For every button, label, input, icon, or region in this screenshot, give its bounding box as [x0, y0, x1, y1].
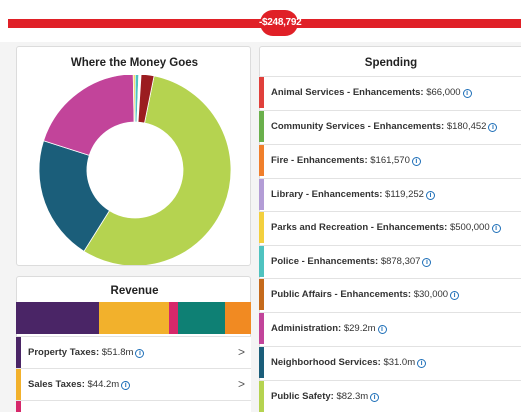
spending-item-row[interactable]: Public Affairs - Enhancements: $30,000 i [259, 278, 521, 310]
revenue-segment-pink[interactable] [169, 302, 178, 334]
revenue-item-text: Property Taxes: $51.8m i [28, 347, 145, 358]
spending-item-value: $29.2m [343, 323, 376, 334]
revenue-segment-purple[interactable] [16, 302, 99, 334]
spending-item-swatch [259, 77, 264, 108]
spending-item-swatch [259, 179, 264, 210]
spending-item-value: $119,252 [385, 189, 424, 200]
spending-item-swatch [259, 347, 264, 378]
info-icon[interactable]: i [411, 157, 421, 166]
spending-item-text: Neighborhood Services: $31.0m i [271, 357, 427, 368]
info-icon[interactable]: i [370, 393, 380, 402]
spending-item-value: $82.3m [336, 391, 369, 402]
revenue-item-swatch [16, 401, 21, 412]
spending-item-text: Police - Enhancements: $878,307 i [271, 256, 432, 267]
info-icon[interactable]: i [462, 89, 472, 98]
spending-item-row[interactable]: Library - Enhancements: $119,252 i [259, 178, 521, 210]
spending-item-swatch [259, 279, 264, 310]
spending-item-row[interactable]: Community Services - Enhancements: $180,… [259, 110, 521, 142]
spending-item-swatch [259, 145, 264, 176]
spending-item-label: Police - Enhancements: [271, 256, 381, 267]
spending-item-value: $30,000 [413, 289, 449, 300]
info-icon[interactable]: i [377, 325, 387, 334]
revenue-item-row[interactable]: Property Taxes: $51.8m i > [16, 336, 251, 368]
revenue-segment-orange[interactable] [98, 302, 170, 334]
spending-item-label: Library - Enhancements: [271, 189, 386, 200]
spending-item-value: $500,000 [449, 222, 490, 233]
info-icon[interactable]: i [417, 359, 427, 368]
chevron-right-icon[interactable]: > [238, 377, 245, 391]
spending-item-label: Animal Services - Enhancements: [271, 87, 427, 98]
spending-item-swatch [259, 111, 264, 142]
spending-item-swatch [259, 381, 264, 412]
spending-item-text: Administration: $29.2m i [271, 323, 387, 334]
balance-label: -$248,792 [259, 17, 302, 28]
spending-item-value: $31.0m [383, 357, 416, 368]
money-chart-title: Where the Money Goes [70, 57, 199, 69]
spending-item-value: $66,000 [426, 87, 461, 98]
info-icon[interactable]: i [121, 381, 131, 390]
spending-item-label: Administration: [271, 323, 344, 334]
spending-donut-chart [38, 75, 232, 265]
revenue-item-text: Sales Taxes: $44.2m i [28, 379, 131, 390]
revenue-title: Revenue [110, 285, 159, 297]
spending-item-label: Community Services - Enhancements: [271, 121, 447, 132]
donut-slice-administration[interactable] [43, 75, 135, 156]
spending-item-label: Parks and Recreation - Enhancements: [271, 222, 450, 233]
spending-item-row[interactable]: Fire - Enhancements: $161,570 i [259, 144, 521, 176]
revenue-item-swatch [16, 369, 21, 400]
spending-item-label: Neighborhood Services: [271, 357, 384, 368]
budget-balance-bar: -$248,792 [0, 0, 521, 42]
spending-item-row[interactable]: Animal Services - Enhancements: $66,000 i [259, 76, 521, 108]
revenue-item-swatch [16, 337, 21, 368]
revenue-item-value: $44.2m [87, 379, 120, 390]
spending-title: Spending [364, 57, 418, 69]
info-icon[interactable]: i [450, 291, 460, 300]
revenue-segment-orange2[interactable] [225, 302, 251, 334]
info-icon[interactable]: i [491, 224, 501, 233]
spending-item-row[interactable]: Parks and Recreation - Enhancements: $50… [259, 211, 521, 243]
info-icon[interactable]: i [422, 258, 432, 267]
spending-item-value: $161,570 [370, 155, 410, 166]
spending-item-label: Public Affairs - Enhancements: [271, 289, 414, 300]
spending-item-row[interactable]: Police - Enhancements: $878,307 i [259, 245, 521, 277]
spending-item-swatch [259, 212, 264, 243]
spending-item-swatch [259, 313, 264, 344]
where-money-goes-card: Where the Money Goes [16, 46, 251, 266]
spending-item-row[interactable]: Neighborhood Services: $31.0m i [259, 346, 521, 378]
spending-item-swatch [259, 246, 264, 277]
spending-item-text: Public Affairs - Enhancements: $30,000 i [271, 289, 460, 300]
spending-item-text: Animal Services - Enhancements: $66,000 i [271, 87, 472, 98]
spending-item-value: $878,307 [380, 256, 421, 267]
revenue-stacked-bar [16, 302, 251, 334]
revenue-item-label: Property Taxes: [28, 347, 102, 358]
spending-item-text: Parks and Recreation - Enhancements: $50… [271, 222, 501, 233]
spending-item-row[interactable]: Administration: $29.2m i [259, 312, 521, 344]
revenue-item-row[interactable]: License and Permits: $5.1mi> [16, 400, 251, 412]
revenue-segment-teal[interactable] [177, 302, 226, 334]
info-icon[interactable]: i [135, 349, 145, 358]
chevron-right-icon[interactable]: > [238, 345, 245, 359]
info-icon[interactable]: i [488, 123, 498, 132]
revenue-item-value: $51.8m [101, 347, 134, 358]
revenue-item-row[interactable]: Sales Taxes: $44.2m i > [16, 368, 251, 400]
spending-item-label: Fire - Enhancements: [271, 155, 371, 166]
spending-item-label: Public Safety: [271, 391, 337, 402]
info-icon[interactable]: i [425, 191, 435, 200]
spending-item-text: Library - Enhancements: $119,252 i [271, 189, 435, 200]
revenue-item-label: Sales Taxes: [28, 379, 88, 390]
spending-item-row[interactable]: Public Safety: $82.3m i [259, 380, 521, 412]
spending-item-value: $180,452 [446, 121, 487, 132]
spending-item-text: Fire - Enhancements: $161,570 i [271, 155, 421, 166]
spending-item-text: Community Services - Enhancements: $180,… [271, 121, 498, 132]
spending-item-text: Public Safety: $82.3m i [271, 391, 380, 402]
